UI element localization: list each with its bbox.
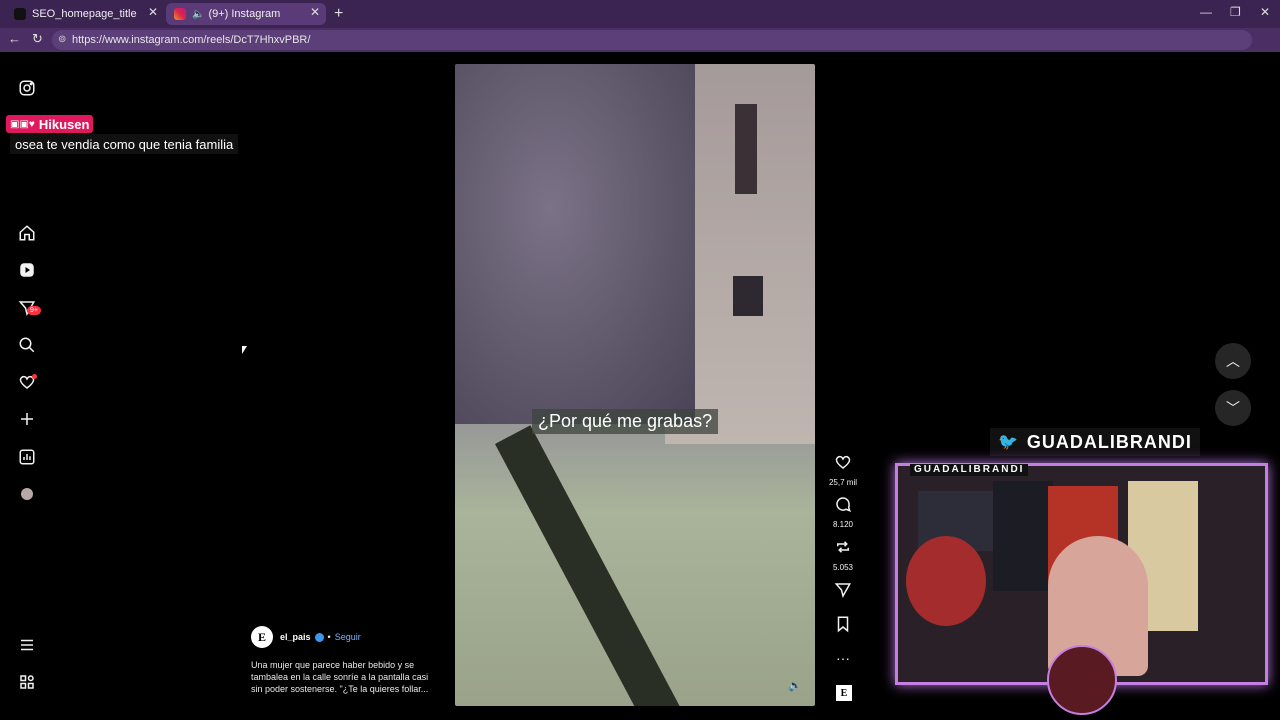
mouse-cursor <box>242 346 247 354</box>
tab-title: SEO_homepage_title <box>32 8 137 20</box>
like-button[interactable]: 25,7 mil <box>828 453 858 487</box>
separator-dot: • <box>327 632 331 642</box>
video-detail <box>735 104 757 194</box>
close-icon[interactable]: ✕ <box>310 5 320 19</box>
twitter-icon: 🐦 <box>998 434 1019 451</box>
bookmark-icon <box>837 616 849 633</box>
cam-title: GUADALIBRANDI <box>910 464 1029 476</box>
new-tab-icon[interactable]: + <box>334 5 343 23</box>
share-icon <box>834 583 852 599</box>
create-icon[interactable] <box>16 408 38 430</box>
author-name[interactable]: el_pais <box>280 632 311 642</box>
comment-count: 8.120 <box>832 520 854 529</box>
restore-icon[interactable]: ❐ <box>1230 5 1241 19</box>
repost-button[interactable]: 5.053 <box>828 538 858 572</box>
video-subtitle: ¿Por qué me grabas? <box>532 409 719 434</box>
heart-icon <box>835 455 851 469</box>
instagram-icon <box>174 8 186 20</box>
reload-icon[interactable]: ↻ <box>32 31 43 47</box>
url-input[interactable]: ⊚ https://www.instagram.com/reels/DcT7Hh… <box>52 30 1252 50</box>
tab-title: (9+) Instagram <box>208 8 281 20</box>
speaker-icon[interactable]: 🔈 <box>192 9 204 20</box>
close-window-icon[interactable]: ✕ <box>1260 5 1270 19</box>
tab-seo[interactable]: SEO_homepage_title ✕ <box>6 3 164 25</box>
twitter-handle: GUADALIBRANDI <box>1026 431 1192 452</box>
like-count: 25,7 mil <box>828 478 857 487</box>
video-detail <box>733 276 763 316</box>
notification-dot <box>32 374 37 379</box>
minimize-icon[interactable]: — <box>1200 5 1212 19</box>
close-icon[interactable]: ✕ <box>148 5 158 19</box>
repost-icon <box>837 541 849 553</box>
menu-icon[interactable] <box>16 634 38 656</box>
home-icon[interactable] <box>16 222 38 244</box>
verified-icon <box>314 632 324 642</box>
follow-button[interactable]: Seguir <box>335 632 361 642</box>
dashboard-icon[interactable] <box>16 446 38 468</box>
tiktok-icon <box>14 8 26 20</box>
profile-avatar-icon[interactable] <box>16 483 38 505</box>
tab-instagram[interactable]: 🔈 (9+) Instagram ✕ <box>166 3 326 25</box>
share-button[interactable] <box>828 581 858 604</box>
previous-reel-button[interactable]: ︿ <box>1215 343 1251 379</box>
back-icon[interactable]: ← <box>8 31 21 46</box>
more-options-icon[interactable]: ··· <box>828 650 858 666</box>
reel-caption[interactable]: Una mujer que parece haber bebido y se t… <box>251 659 433 695</box>
address-bar: ⊚ https://www.instagram.com/reels/DcT7Hh… <box>0 28 1280 52</box>
chat-username-badge: ▣▣♥ Hikusen <box>6 115 94 133</box>
poster <box>906 536 986 626</box>
url-text: https://www.instagram.com/reels/DcT7Hhxv… <box>72 34 311 46</box>
video-subject <box>455 64 695 424</box>
twitter-overlay: 🐦 GUADALIBRANDI <box>990 428 1200 456</box>
chat-username: Hikusen <box>38 116 90 132</box>
mute-icon[interactable]: 🔈 <box>788 679 802 692</box>
reel-author: E el_pais • Seguir <box>251 626 361 648</box>
reel-video[interactable] <box>455 64 815 706</box>
site-info-icon[interactable]: ⊚ <box>58 34 66 45</box>
comment-icon <box>836 497 851 513</box>
video-detail <box>495 425 681 706</box>
save-button[interactable] <box>828 615 858 638</box>
reels-icon[interactable] <box>16 259 38 281</box>
meta-apps-icon[interactable] <box>16 671 38 693</box>
search-icon[interactable] <box>16 334 38 356</box>
repost-count: 5.053 <box>832 563 854 572</box>
chat-message: osea te vendia como que tenia familia <box>10 134 239 154</box>
comment-button[interactable]: 8.120 <box>828 495 858 529</box>
messages-badge: 9+ <box>27 306 41 315</box>
vtuber-avatar <box>1047 645 1117 715</box>
instagram-logo-icon[interactable] <box>16 77 38 99</box>
audio-author-logo[interactable]: E <box>836 685 852 701</box>
author-avatar[interactable]: E <box>251 626 273 648</box>
badge-icons: ▣▣♥ <box>10 118 35 130</box>
next-reel-button[interactable]: ﹀ <box>1215 390 1251 426</box>
tab-bar: SEO_homepage_title ✕ 🔈 (9+) Instagram ✕ … <box>0 0 1280 28</box>
poster <box>993 481 1053 591</box>
